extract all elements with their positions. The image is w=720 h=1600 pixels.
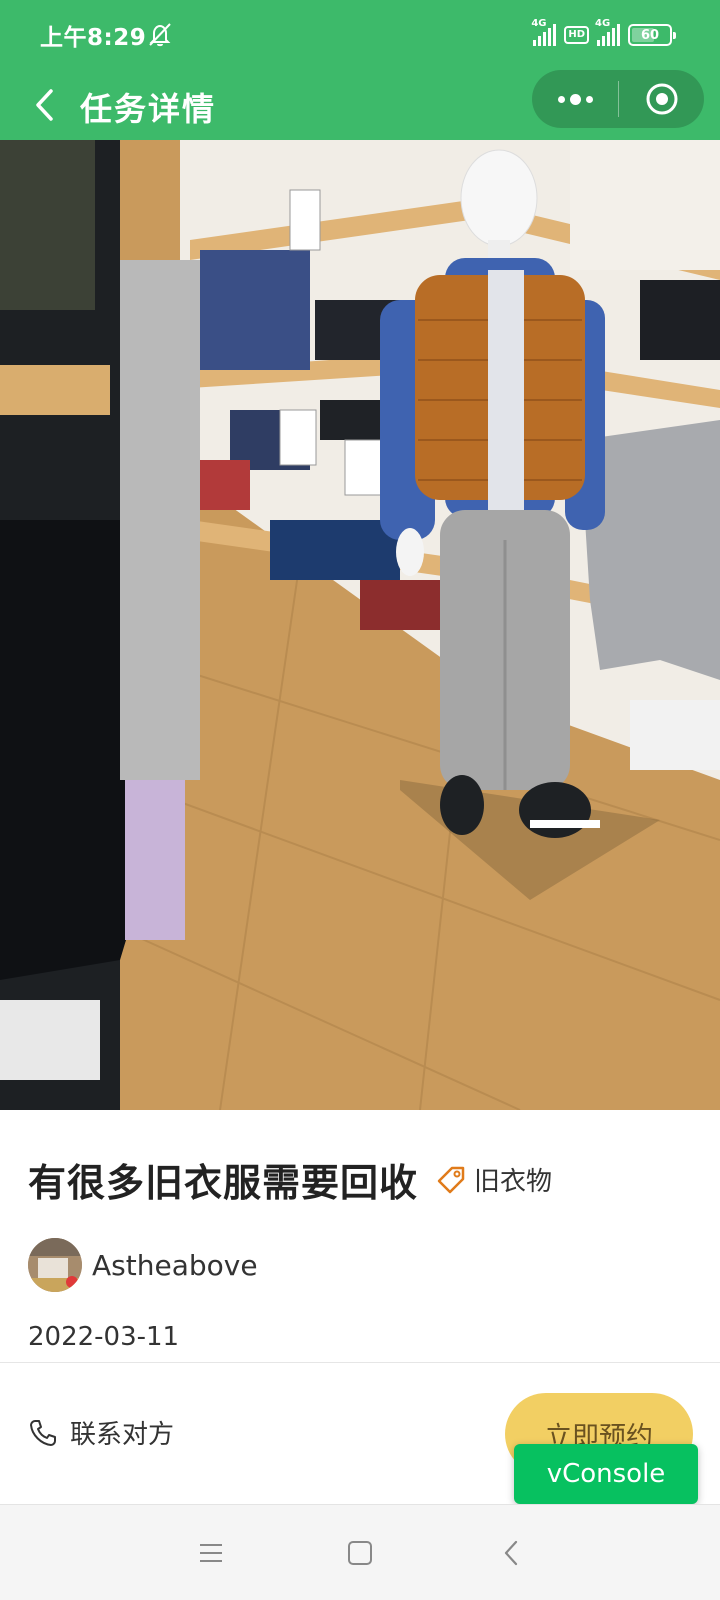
signal-label: 4G [531, 18, 547, 29]
signal-icon: 4G [595, 18, 620, 46]
back-icon [504, 1540, 518, 1566]
status-time: 上午8:29 [40, 25, 147, 51]
mini-program-capsule [532, 70, 704, 128]
target-close-icon [646, 83, 677, 115]
title-row: 有很多旧衣服需要回收 旧衣物 [28, 1152, 552, 1207]
vconsole-button[interactable]: vConsole [514, 1444, 698, 1504]
more-button[interactable] [532, 70, 618, 128]
contact-button[interactable]: 联系对方 [28, 1414, 174, 1451]
signal-label: 4G [595, 18, 611, 29]
username: Astheabove [92, 1248, 258, 1282]
close-button[interactable] [619, 70, 704, 128]
task-title: 有很多旧衣服需要回收 [28, 1161, 419, 1205]
chevron-left-icon [36, 89, 53, 121]
hd-icon: HD [564, 26, 589, 44]
task-date: 2022-03-11 [28, 1322, 180, 1352]
divider [0, 1362, 720, 1363]
home-button[interactable] [340, 1533, 380, 1573]
status-bar: 上午8:29 4G HD 4G 60 [0, 0, 720, 70]
menu-icon [200, 1544, 222, 1562]
back-nav-button[interactable] [491, 1533, 531, 1573]
battery-icon: 60 [628, 24, 676, 46]
avatar-image [28, 1238, 82, 1292]
status-icons: 4G HD 4G 60 [531, 18, 676, 50]
avatar[interactable] [28, 1238, 82, 1292]
tag-icon [437, 1166, 465, 1193]
back-button[interactable] [22, 82, 68, 128]
battery-level: 60 [640, 27, 660, 43]
phone-icon [30, 1419, 56, 1446]
alarm-off-icon [149, 23, 171, 47]
signal-icon: 4G [531, 18, 557, 46]
system-nav-bar [0, 1504, 720, 1600]
task-photo[interactable] [0, 140, 720, 1110]
menu-button[interactable] [191, 1533, 231, 1573]
nav-bar: 任务详情 [0, 70, 720, 140]
tag-label: 旧衣物 [474, 1167, 553, 1197]
category-tag: 旧衣物 [436, 1161, 552, 1198]
more-dots-icon [557, 93, 593, 105]
user-row[interactable]: Astheabove [28, 1238, 258, 1292]
home-icon [348, 1541, 372, 1565]
photo-illustration [0, 140, 720, 1110]
page-title: 任务详情 [80, 90, 217, 128]
contact-label: 联系对方 [70, 1420, 175, 1450]
